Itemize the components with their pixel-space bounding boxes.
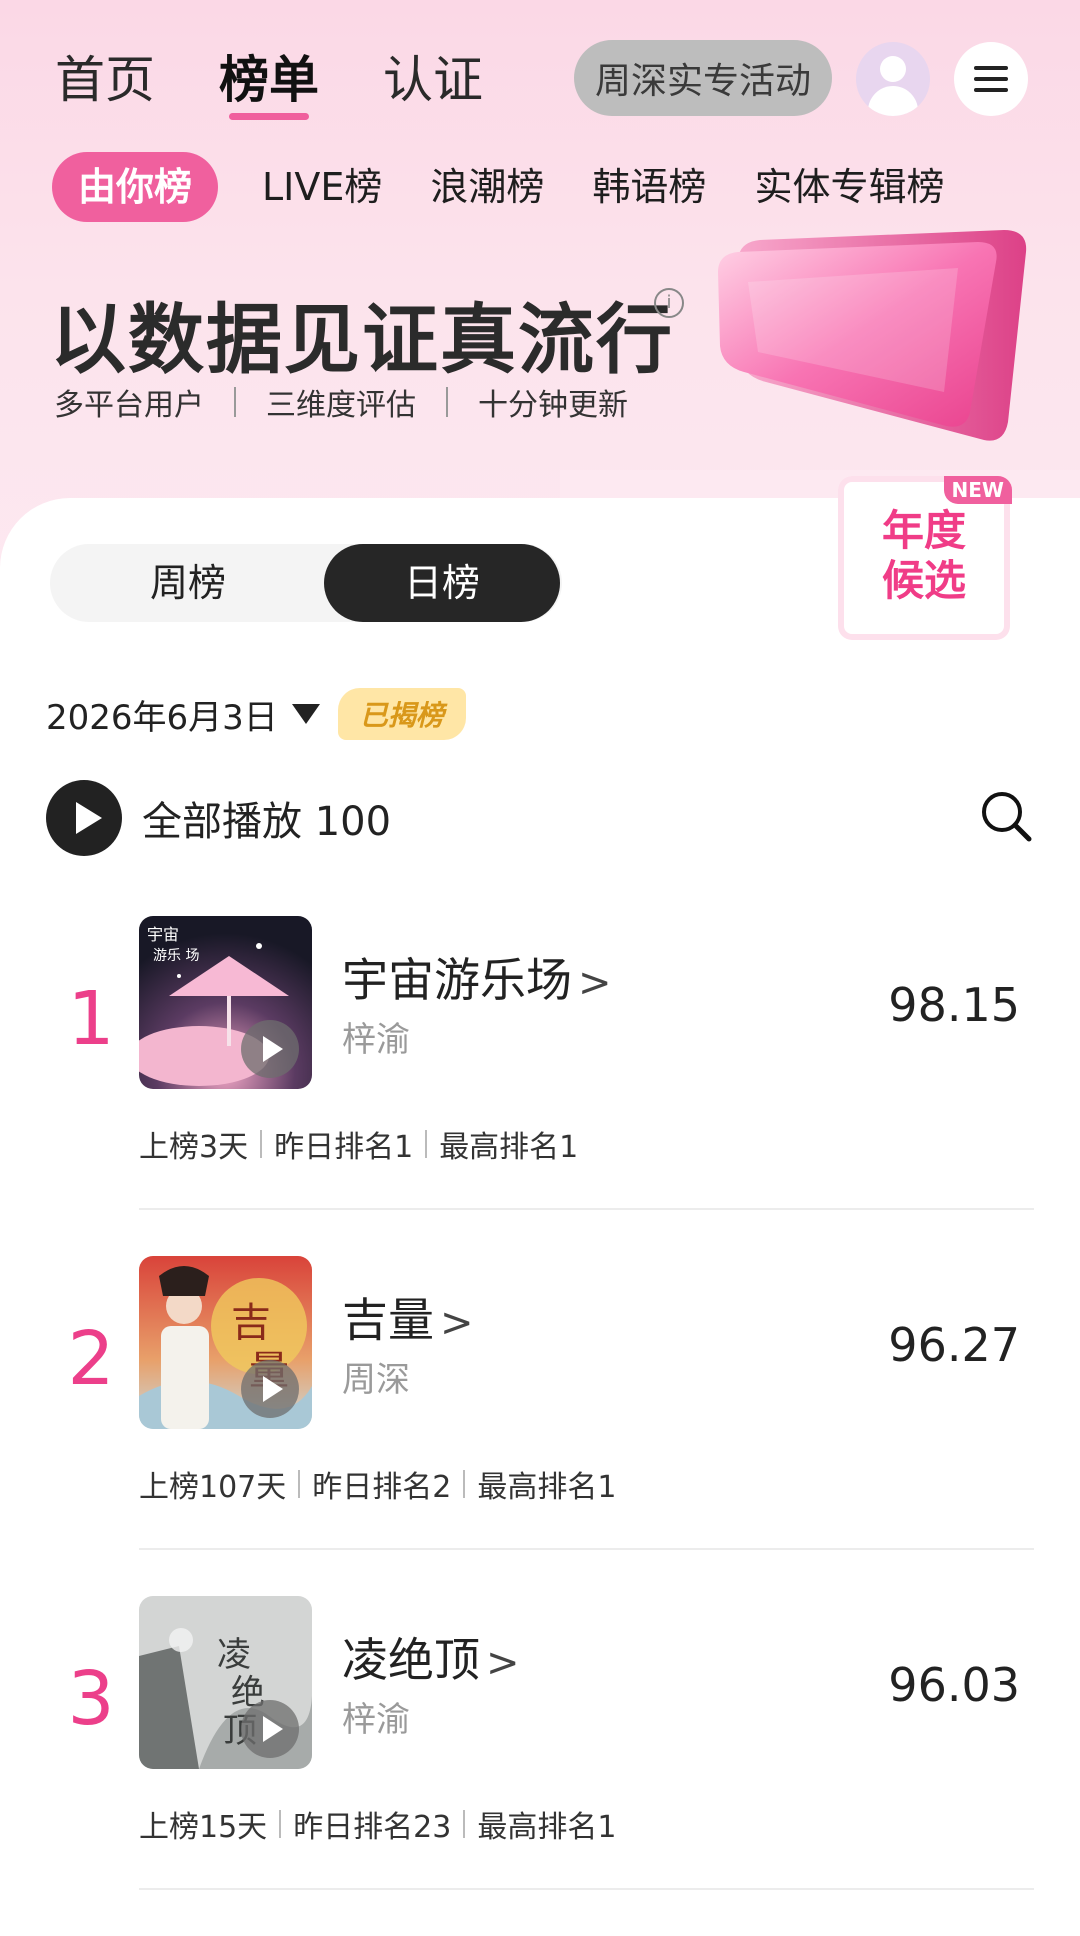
svg-text:吉: 吉 — [231, 1300, 271, 1346]
avatar-head-icon — [880, 56, 906, 82]
album-cover[interactable]: 宇宙 游乐 场 — [139, 916, 312, 1089]
period-toggle: 周榜 日榜 — [50, 544, 562, 622]
artist-name[interactable]: 梓渝 — [342, 1012, 410, 1061]
nav-charts[interactable]: 榜单 — [219, 50, 319, 120]
yesterday-rank: 昨日排名1 — [274, 1130, 414, 1165]
promo-button[interactable]: 周深实专活动 — [574, 40, 832, 116]
svg-text:宇宙: 宇宙 — [147, 925, 179, 944]
album-cover[interactable]: 吉 量 — [139, 1256, 312, 1429]
yesterday-rank: 昨日排名23 — [293, 1810, 452, 1845]
song-title[interactable]: 宇宙游乐场 > — [342, 944, 612, 1010]
chevron-right-icon: > — [578, 960, 612, 1006]
yesterday-rank: 昨日排名2 — [312, 1470, 452, 1505]
album-cover[interactable]: 凌 绝 顶 — [139, 1596, 312, 1769]
best-rank: 最高排名1 — [477, 1470, 617, 1505]
annual-label-line: 年度 — [881, 506, 966, 555]
avatar-body-icon — [868, 86, 918, 116]
song-title[interactable]: 凌绝顶 > — [342, 1624, 520, 1690]
divider — [425, 1130, 428, 1158]
date-selector[interactable]: 2026年6月3日 已揭榜 — [46, 688, 466, 740]
hero-slogan: 以数据见证真流行 — [50, 295, 674, 384]
tab-wave[interactable]: 浪潮榜 — [430, 152, 544, 222]
rank-number: 3 — [67, 1656, 115, 1742]
score: 96.03 — [888, 1658, 1020, 1712]
menu-line-icon — [974, 77, 1008, 81]
toggle-weekly[interactable]: 周榜 — [70, 544, 306, 622]
divider — [298, 1470, 301, 1498]
play-icon[interactable] — [241, 1700, 299, 1758]
caret-down-icon[interactable] — [291, 704, 320, 724]
play-icon[interactable] — [46, 780, 122, 856]
chart-row[interactable]: 2 吉 量 吉量> 周深 96.27 上榜107天 昨日排名2 — [0, 1256, 1080, 1596]
new-badge: NEW — [943, 476, 1012, 504]
menu-line-icon — [974, 88, 1008, 92]
play-icon[interactable] — [241, 1020, 299, 1078]
svg-text:凌: 凌 — [217, 1635, 251, 1675]
chart-stats: 上榜107天 昨日排名2 最高排名1 — [139, 1462, 616, 1506]
tab-youni[interactable]: 由你榜 — [52, 152, 219, 222]
artist-name[interactable]: 梓渝 — [342, 1692, 410, 1741]
feature-text: 三维度评估 — [266, 388, 416, 423]
row-divider — [139, 1208, 1034, 1210]
play-all[interactable]: 全部播放 100 — [46, 780, 391, 856]
chevron-right-icon: > — [486, 1640, 520, 1686]
best-rank: 最高排名1 — [477, 1810, 617, 1845]
feature-text: 十分钟更新 — [478, 388, 628, 423]
avatar[interactable] — [856, 42, 930, 116]
days-on-chart: 上榜3天 — [139, 1130, 249, 1165]
hero-features: 多平台用户 三维度评估 十分钟更新 — [54, 380, 628, 424]
divider — [234, 387, 236, 417]
menu-line-icon — [974, 66, 1008, 70]
divider — [279, 1810, 282, 1838]
rank-number: 2 — [67, 1316, 115, 1402]
rank-number: 1 — [67, 976, 115, 1062]
top-nav: 首页 榜单 认证 — [55, 40, 547, 120]
annual-candidate-card[interactable]: NEW 年度 候选 — [838, 476, 1012, 640]
play-all-label[interactable]: 全部播放 100 — [142, 789, 391, 847]
play-icon[interactable] — [241, 1360, 299, 1418]
song-title-text[interactable]: 吉量 — [342, 1293, 434, 1347]
menu-button[interactable] — [954, 42, 1028, 116]
row-divider — [139, 1548, 1034, 1550]
divider — [463, 1470, 466, 1498]
chevron-right-icon: > — [440, 1300, 474, 1346]
info-icon[interactable]: i — [654, 288, 684, 318]
divider — [463, 1810, 466, 1838]
divider — [260, 1130, 263, 1158]
nav-home[interactable]: 首页 — [55, 50, 155, 110]
song-title-text[interactable]: 宇宙游乐场 — [342, 953, 572, 1007]
tab-korean[interactable]: 韩语榜 — [592, 152, 706, 222]
toggle-daily[interactable]: 日榜 — [324, 544, 560, 622]
annual-label-line: 候选 — [881, 556, 966, 605]
best-rank: 最高排名1 — [439, 1130, 579, 1165]
score: 96.27 — [888, 1318, 1020, 1372]
annual-label: 年度 候选 — [838, 506, 1010, 606]
chart-stats: 上榜15天 昨日排名23 最高排名1 — [139, 1802, 616, 1846]
chart-row[interactable]: 1 宇宙 游乐 场 宇宙游乐场 > 梓渝 98.15 上榜3天 昨日排名1 最高… — [0, 916, 1080, 1256]
days-on-chart: 上榜15天 — [139, 1810, 268, 1845]
search-icon[interactable] — [978, 788, 1034, 844]
song-title-text[interactable]: 凌绝顶 — [342, 1633, 480, 1687]
tab-live[interactable]: LIVE榜 — [262, 152, 382, 222]
divider — [446, 387, 448, 417]
feature-text: 多平台用户 — [54, 388, 204, 423]
artist-name[interactable]: 周深 — [342, 1352, 410, 1401]
chart-date[interactable]: 2026年6月3日 — [46, 690, 278, 739]
status-badge: 已揭榜 — [337, 688, 466, 740]
decorative-play-icon — [718, 230, 1027, 441]
song-title[interactable]: 吉量 > — [342, 1284, 474, 1350]
days-on-chart: 上榜107天 — [139, 1470, 287, 1505]
chart-tabs: 由你榜 LIVE榜 浪潮榜 韩语榜 实体专辑榜 — [52, 152, 992, 222]
nav-certify[interactable]: 认证 — [383, 50, 483, 110]
chart-stats: 上榜3天 昨日排名1 最高排名1 — [139, 1122, 578, 1166]
chart-row[interactable]: 3 凌 绝 顶 凌绝顶 > 梓渝 96.03 上榜15天 昨日排名23 最高排名1 — [0, 1596, 1080, 1936]
svg-text:游乐 场: 游乐 场 — [153, 948, 199, 964]
tab-physical-album[interactable]: 实体专辑榜 — [754, 152, 944, 222]
score: 98.15 — [888, 978, 1020, 1032]
